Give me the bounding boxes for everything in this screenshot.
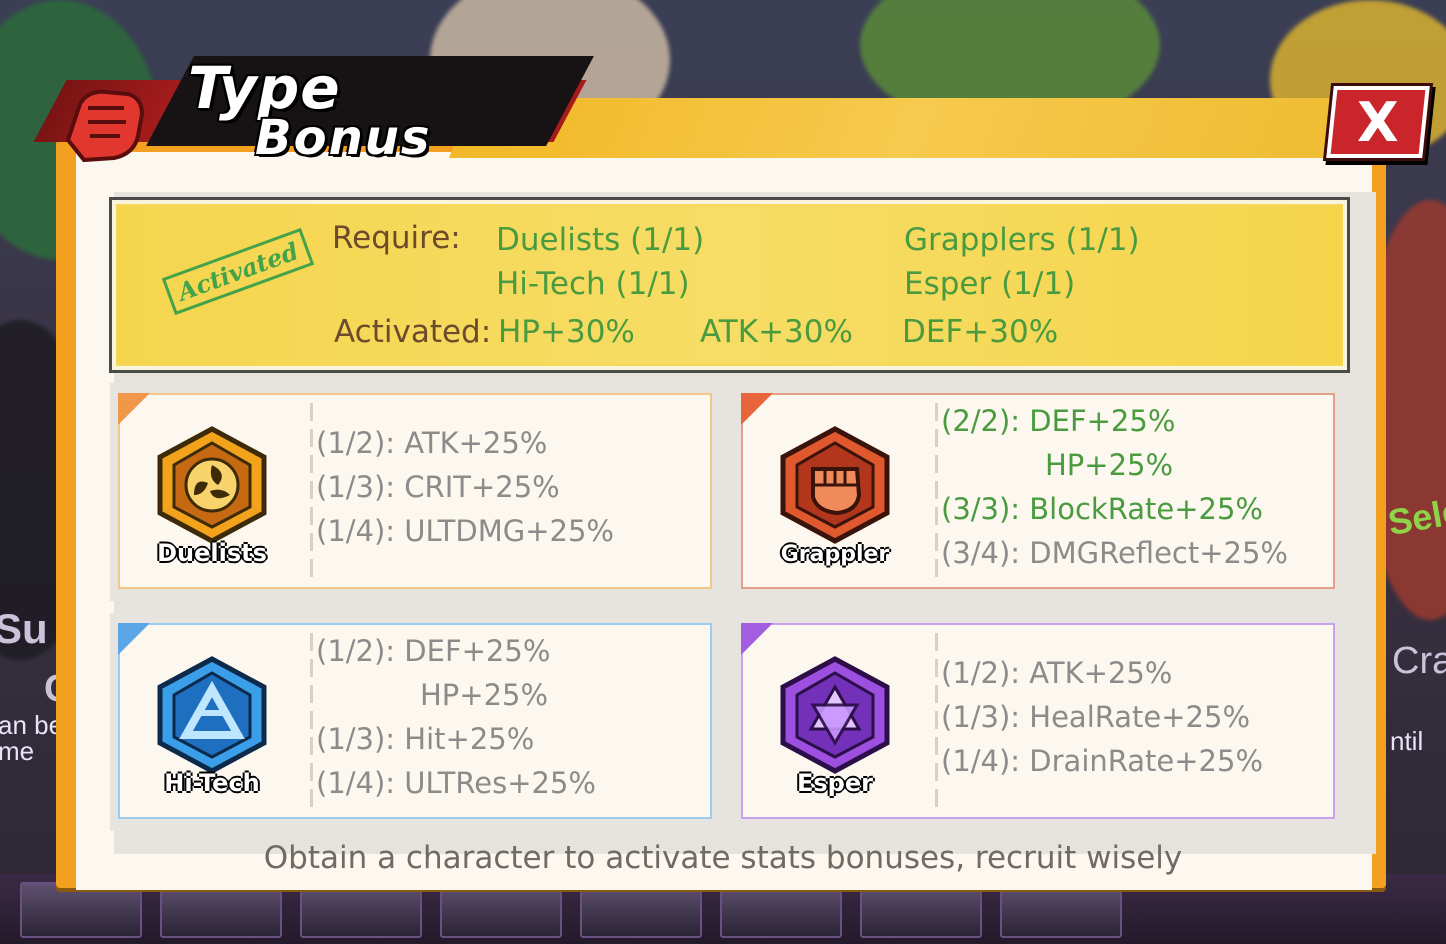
require-label: Require: xyxy=(332,220,461,256)
bonus-line: (1/4): DrainRate+25% xyxy=(941,744,1264,778)
card-corner xyxy=(741,623,773,655)
bonus-line: HP+25% xyxy=(1045,448,1174,482)
activated-summary: Activated Require: Duelists (1/1) Grappl… xyxy=(109,197,1350,373)
bonus-item: ATK+30% xyxy=(700,314,853,350)
type-name: Hi-Tech xyxy=(164,769,260,797)
card-corner xyxy=(118,393,150,425)
bonus-line: (3/4): DMGReflect+25% xyxy=(941,536,1288,570)
bonus-line: (1/2): ATK+25% xyxy=(941,656,1173,690)
title-bonus: Bonus xyxy=(255,110,432,166)
bonus-line: (1/2): ATK+25% xyxy=(316,426,548,460)
bonus-line: (1/4): ULTRes+25% xyxy=(316,766,596,800)
card-corner xyxy=(741,393,773,425)
bg-fragment: Cra xyxy=(1392,640,1446,682)
fist-icon xyxy=(58,80,158,166)
bonus-line: (1/3): Hit+25% xyxy=(316,722,535,756)
type-name: Duelists xyxy=(157,539,267,567)
requirement-item: Grapplers (1/1) xyxy=(904,222,1140,258)
hint-text: Obtain a character to activate stats bon… xyxy=(263,840,1183,876)
bonus-item: DEF+30% xyxy=(902,314,1059,350)
type-name: Grappler xyxy=(780,542,890,567)
bonus-line: (2/2): DEF+25% xyxy=(941,404,1176,438)
duelists-badge-icon: Duelists xyxy=(150,425,274,567)
bg-fragment: ntil xyxy=(1390,726,1424,756)
grappler-fist-badge-icon: Grappler xyxy=(773,425,897,567)
type-name: Esper xyxy=(797,769,873,797)
close-button[interactable]: X xyxy=(1326,86,1430,158)
requirement-item: Duelists (1/1) xyxy=(496,222,705,258)
bonus-item: HP+30% xyxy=(498,314,635,350)
bonus-line: HP+25% xyxy=(420,678,549,712)
type-card-grappler: Grappler (2/2): DEF+25% HP+25% (3/3): Bl… xyxy=(733,383,1345,601)
title-banner: Type Bonus xyxy=(20,28,1371,166)
type-card-esper: Esper (1/2): ATK+25% (1/3): HealRate+25%… xyxy=(733,613,1345,831)
bonus-line: (1/3): HealRate+25% xyxy=(941,700,1251,734)
type-card-hitech: Hi-Tech (1/2): DEF+25% HP+25% (1/3): Hit… xyxy=(110,613,722,831)
type-card-duelists: Duelists (1/2): ATK+25% (1/3): CRIT+25% … xyxy=(110,383,722,601)
bonus-line: (1/3): CRIT+25% xyxy=(316,470,560,504)
activated-label: Activated: xyxy=(334,314,492,350)
bonus-line: (3/3): BlockRate+25% xyxy=(941,492,1263,526)
requirement-item: Esper (1/1) xyxy=(904,266,1076,302)
esper-badge-icon: Esper xyxy=(773,655,897,797)
hitech-badge-icon: Hi-Tech xyxy=(150,655,274,797)
close-icon: X xyxy=(1357,90,1399,154)
bg-fragment: Su xyxy=(0,605,48,652)
bonus-line: (1/2): DEF+25% xyxy=(316,634,551,668)
requirement-item: Hi-Tech (1/1) xyxy=(496,266,690,302)
bg-fragment: me xyxy=(0,736,35,766)
card-corner xyxy=(118,623,150,655)
bonus-line: (1/4): ULTDMG+25% xyxy=(316,514,614,548)
